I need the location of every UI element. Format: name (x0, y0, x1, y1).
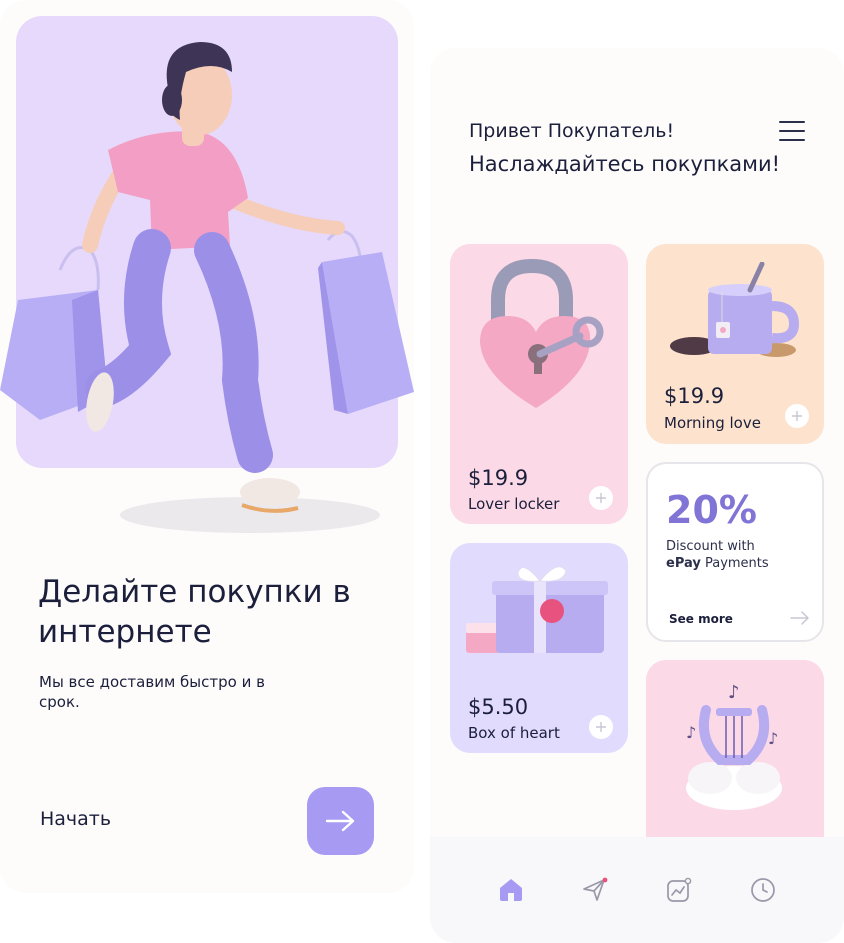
discount-text-rest: Payments (700, 556, 769, 571)
chart-icon (667, 877, 692, 902)
product-price: $19.9 (664, 384, 725, 408)
onboarding-subtitle: Мы все доставим быстро и в срок. (39, 673, 265, 711)
product-card-morning-love[interactable]: $19.9 Morning love (646, 244, 824, 444)
shop-screen: Привет Покупатель! Наслаждайтесь покупка… (430, 48, 844, 943)
add-to-cart-button[interactable] (589, 486, 613, 510)
svg-text:♪: ♪ (728, 682, 740, 703)
product-name: Morning love (664, 414, 761, 432)
lyre-image: ♪ ♪ ♪ (686, 682, 782, 810)
product-card-box-of-heart[interactable]: $5.50 Box of heart (450, 543, 628, 753)
onboarding-title: Делайте покупки в интернете (38, 574, 351, 650)
arrow-right-icon (325, 810, 354, 832)
send-icon (583, 877, 608, 901)
heart-lock-image (480, 258, 604, 408)
discount-text-brand: ePay Payments (666, 556, 769, 571)
discount-card[interactable]: 20% Discount with ePay Payments See more (646, 462, 824, 642)
add-to-cart-button[interactable] (589, 715, 613, 739)
add-to-cart-button[interactable] (785, 404, 809, 428)
nav-history[interactable] (750, 877, 776, 903)
see-more-link[interactable]: See more (669, 612, 733, 626)
nav-send[interactable] (582, 877, 608, 903)
shopper-illustration (0, 42, 414, 533)
clock-icon (751, 878, 775, 902)
plus-icon (792, 411, 802, 421)
start-label[interactable]: Начать (40, 808, 111, 830)
plus-icon (596, 722, 606, 732)
discount-percent: 20% (666, 488, 757, 532)
product-price: $5.50 (468, 695, 529, 719)
nav-stats[interactable] (666, 877, 692, 903)
menu-icon[interactable] (779, 121, 805, 141)
plus-icon (596, 493, 606, 503)
gift-box-image (466, 566, 608, 653)
greeting: Привет Покупатель! (469, 120, 675, 142)
svg-text:♪: ♪ (686, 723, 696, 742)
home-icon (500, 879, 522, 901)
greeting-subtitle: Наслаждайтесь покупками! (469, 152, 781, 176)
bottom-nav (430, 837, 844, 943)
product-card-lover-locker[interactable]: $19.9 Lover locker (450, 244, 628, 524)
arrow-right-icon[interactable] (790, 611, 810, 625)
discount-text: Discount with (666, 539, 755, 554)
product-name: Box of heart (468, 724, 560, 742)
nav-home[interactable] (498, 877, 524, 903)
start-button[interactable] (307, 787, 374, 855)
svg-text:♪: ♪ (768, 729, 778, 748)
onboarding-screen: Делайте покупки в интернете Мы все доста… (0, 0, 414, 893)
epay-brand: ePay (666, 556, 701, 571)
mug-image (670, 262, 800, 357)
product-price: $19.9 (468, 466, 529, 490)
product-name: Lover locker (468, 495, 560, 513)
